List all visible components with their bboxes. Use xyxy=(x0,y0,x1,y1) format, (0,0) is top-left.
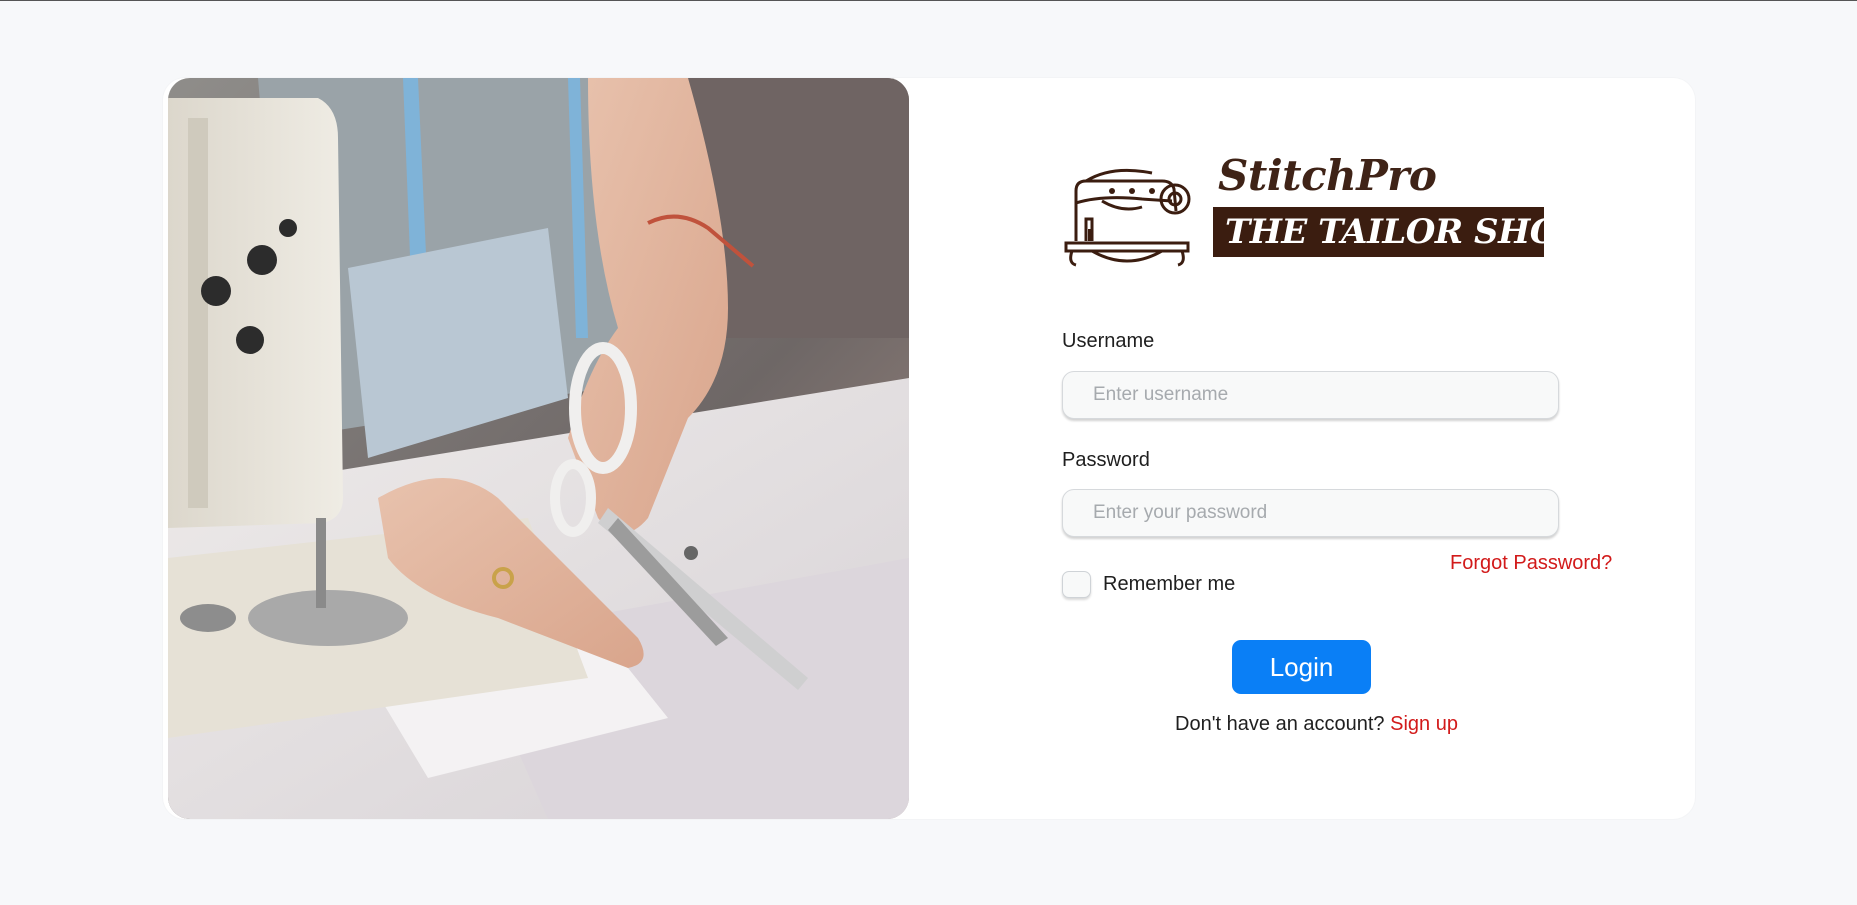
password-input[interactable] xyxy=(1062,489,1559,537)
login-form: StitchPro THE TAILOR SHOP Username Passw… xyxy=(1062,78,1612,819)
username-input[interactable] xyxy=(1062,371,1559,419)
signup-row: Don't have an account? Sign up xyxy=(1062,713,1571,736)
brand-tagline: THE TAILOR SHOP xyxy=(1213,207,1584,257)
brand-name: StitchPro xyxy=(1218,151,1437,200)
username-label: Username xyxy=(1062,330,1155,352)
password-label: Password xyxy=(1062,449,1150,471)
remember-me-label: Remember me xyxy=(1103,573,1236,595)
login-card: StitchPro THE TAILOR SHOP Username Passw… xyxy=(163,78,1695,819)
signup-prompt: Don't have an account? xyxy=(1175,713,1391,735)
login-button[interactable]: Login xyxy=(1232,640,1371,694)
brand-logo: StitchPro THE TAILOR SHOP xyxy=(1062,151,1584,271)
forgot-password-link[interactable]: Forgot Password? xyxy=(1450,552,1612,575)
signup-link[interactable]: Sign up xyxy=(1390,713,1458,735)
remember-me-checkbox[interactable] xyxy=(1062,571,1091,598)
tailor-photo xyxy=(168,78,909,819)
remember-me: Remember me xyxy=(1062,571,1235,598)
sewing-machine-icon xyxy=(1064,168,1191,267)
